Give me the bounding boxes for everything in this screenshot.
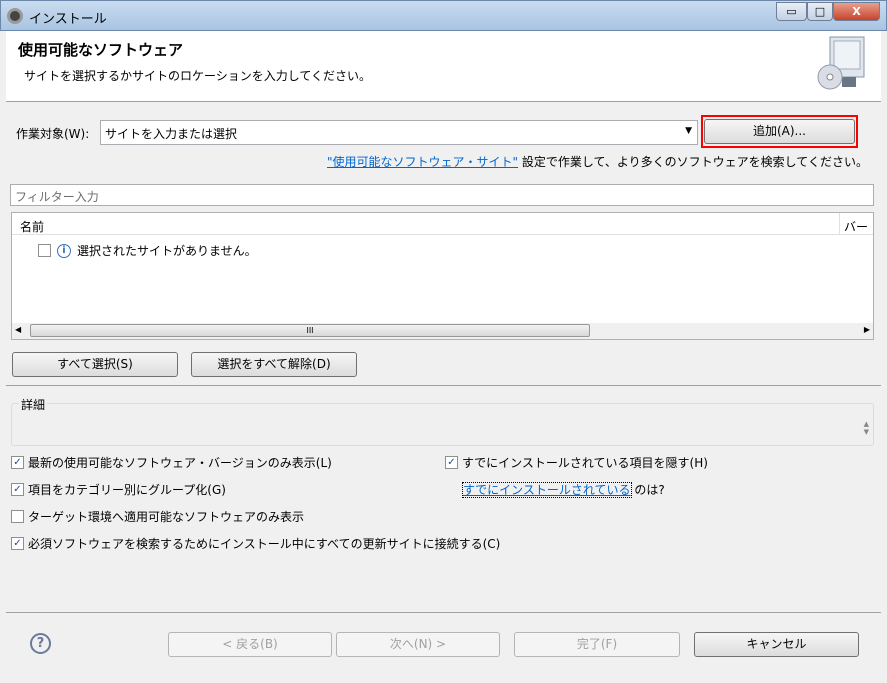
checkbox[interactable]: ✓ xyxy=(11,456,24,469)
add-site-button[interactable]: 追加(A)... xyxy=(704,119,855,144)
table-header: 名前 バージ xyxy=(12,213,873,235)
page-description: サイトを選択するかサイトのロケーションを入力してください。 xyxy=(24,69,372,83)
option-latest-only[interactable]: ✓ 最新の使用可能なソフトウェア・バージョンのみ表示(L) xyxy=(11,454,332,471)
column-name[interactable]: 名前 xyxy=(20,218,44,235)
sites-line: "使用可能なソフトウェア・サイト" 設定で作業して、より多くのソフトウェアを検索… xyxy=(327,153,868,170)
close-button[interactable]: X xyxy=(833,2,880,21)
checkbox[interactable] xyxy=(11,510,24,523)
work-with-combo[interactable]: サイトを入力または選択 ▼ xyxy=(100,120,698,145)
wizard-header: 使用可能なソフトウェア サイトを選択するかサイトのロケーションを入力してください… xyxy=(6,31,881,102)
details-box: ▲ ▼ xyxy=(11,403,874,446)
work-with-label: 作業対象(W): xyxy=(16,127,90,141)
spinner-icon[interactable]: ▲ ▼ xyxy=(864,420,869,436)
sites-line-text: 設定で作業して、より多くのソフトウェアを検索してください。 xyxy=(518,155,868,169)
page-title: 使用可能なソフトウェア xyxy=(18,41,184,59)
software-table: 名前 バージ i 選択されたサイトがありません。 ◀ III ▶ xyxy=(11,212,874,340)
option-target-env-only[interactable]: ターゲット環境へ適用可能なソフトウェアのみ表示 xyxy=(11,508,304,525)
window-title: インストール xyxy=(29,12,107,27)
next-button[interactable]: 次へ(N) > xyxy=(336,632,500,657)
finish-button[interactable]: 完了(F) xyxy=(514,632,680,657)
already-installed-link[interactable]: すでにインストールされている xyxy=(462,482,632,498)
scroll-thumb[interactable]: III xyxy=(30,324,590,337)
minimize-button[interactable]: ▭ xyxy=(776,2,807,21)
chevron-down-icon[interactable]: ▼ xyxy=(685,126,692,136)
details-label: 詳細 xyxy=(19,396,48,413)
checkbox[interactable]: ✓ xyxy=(11,483,24,496)
table-row[interactable]: i 選択されたサイトがありません。 xyxy=(38,242,257,259)
installed-line-text: のは? xyxy=(630,483,665,497)
option-group-by-category[interactable]: ✓ 項目をカテゴリー別にグループ化(G) xyxy=(11,481,226,498)
divider xyxy=(6,385,881,386)
option-label: ターゲット環境へ適用可能なソフトウェアのみ表示 xyxy=(28,510,305,524)
scroll-left-icon[interactable]: ◀ xyxy=(15,325,21,334)
deselect-all-button[interactable]: 選択をすべて解除(D) xyxy=(191,352,357,377)
title-bar: インストール ▭ □ X xyxy=(0,0,887,31)
option-hide-installed[interactable]: ✓ すでにインストールされている項目を隠す(H) xyxy=(445,454,708,471)
computer-cd-icon xyxy=(817,36,865,90)
help-icon[interactable]: ? xyxy=(30,633,51,654)
work-with-value: サイトを入力または選択 xyxy=(105,127,238,141)
divider xyxy=(6,612,881,613)
filter-input[interactable]: フィルター入力 xyxy=(10,184,874,206)
scroll-right-icon[interactable]: ▶ xyxy=(864,325,870,334)
installed-line: すでにインストールされている のは? xyxy=(462,481,665,498)
option-label: 最新の使用可能なソフトウェア・バージョンのみ表示(L) xyxy=(28,456,332,470)
checkbox[interactable]: ✓ xyxy=(11,537,24,550)
horizontal-scrollbar[interactable]: ◀ III ▶ xyxy=(12,323,873,339)
option-label: 項目をカテゴリー別にグループ化(G) xyxy=(28,483,226,497)
checkbox[interactable]: ✓ xyxy=(445,456,458,469)
option-label: すでにインストールされている項目を隠す(H) xyxy=(462,456,708,470)
row-checkbox[interactable] xyxy=(38,244,51,257)
row-text: 選択されたサイトがありません。 xyxy=(77,244,257,258)
gear-icon xyxy=(7,8,23,24)
back-button[interactable]: < 戻る(B) xyxy=(168,632,332,657)
cancel-button[interactable]: キャンセル xyxy=(694,632,859,657)
column-version[interactable]: バージ xyxy=(839,213,873,235)
option-label: 必須ソフトウェアを検索するためにインストール中にすべての更新サイトに接続する(C… xyxy=(28,537,501,551)
maximize-button[interactable]: □ xyxy=(807,2,833,21)
available-sites-link[interactable]: "使用可能なソフトウェア・サイト" xyxy=(327,155,518,169)
option-contact-all-sites[interactable]: ✓ 必須ソフトウェアを検索するためにインストール中にすべての更新サイトに接続する(… xyxy=(11,535,500,552)
select-all-button[interactable]: すべて選択(S) xyxy=(12,352,178,377)
info-icon: i xyxy=(57,243,71,258)
